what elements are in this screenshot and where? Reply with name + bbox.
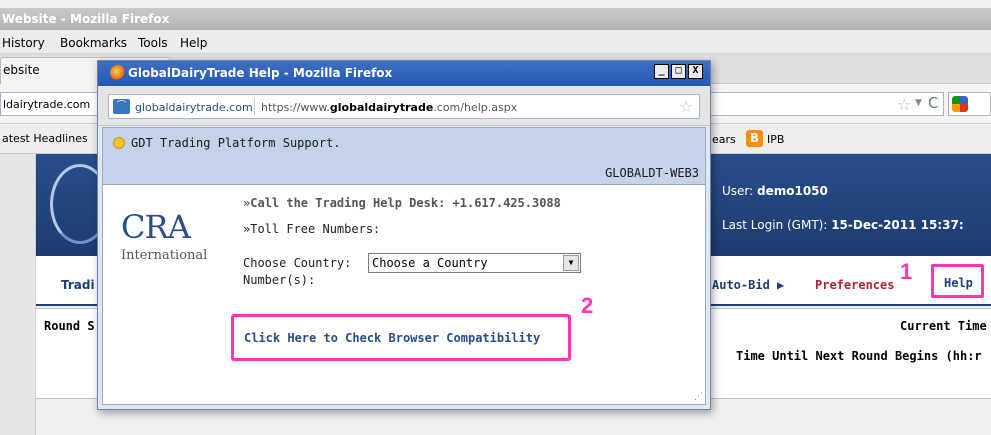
cra-logo-text: CRA (121, 208, 191, 246)
last-login-value: 15-Dec-2011 15:37: (831, 218, 964, 232)
reload-icon[interactable]: C (928, 94, 938, 112)
user-value: demo1050 (757, 184, 828, 198)
url-suffix: .com/help.aspx (433, 101, 518, 114)
country-label: Choose Country: (243, 256, 352, 270)
menu-tools[interactable]: Tools (138, 36, 168, 50)
bookmark-years[interactable]: ears (712, 133, 736, 146)
background-window-title: Website - Mozilla Firefox (0, 8, 991, 30)
menu-bookmarks[interactable]: Bookmarks (60, 36, 127, 50)
popup-title: GlobalDairyTrade Help - Mozilla Firefox (128, 66, 393, 80)
menu-history[interactable]: History (2, 36, 45, 50)
country-select[interactable]: Choose a Country ▼ (368, 253, 581, 273)
cra-international-logo: CRA International (121, 208, 231, 278)
bookmark-star-icon[interactable]: ☆ (897, 95, 911, 114)
popup-url-bar[interactable]: ⌒ globaldairytrade.com https://www.globa… (108, 94, 700, 119)
help-popup-window: GlobalDairyTrade Help - Mozilla Firefox … (97, 60, 711, 410)
compatibility-highlight-box: Click Here to Check Browser Compatibilit… (231, 314, 571, 361)
nav-help-highlight-box[interactable]: Help (931, 264, 984, 298)
current-time-label: Current Time (900, 319, 987, 333)
annotation-marker-1: 1 (900, 259, 913, 284)
url-prefix: https://www. (261, 101, 330, 114)
support-banner: GDT Trading Platform Support. GLOBALDT-W… (103, 128, 705, 185)
user-label: User: (722, 184, 757, 198)
numbers-label: Number(s): (243, 273, 316, 287)
time-until-next-round-label: Time Until Next Round Begins (hh:r (736, 349, 982, 363)
site-identity-label[interactable]: globaldairytrade.com (135, 101, 253, 114)
chevron-down-icon[interactable]: ▼ (915, 98, 922, 108)
menu-help[interactable]: Help (180, 36, 207, 50)
cra-logo-subtext: International (121, 248, 208, 263)
firefox-icon (110, 65, 126, 81)
minimize-button[interactable]: _ (654, 64, 669, 79)
maximize-button[interactable]: □ (671, 64, 686, 79)
site-identity-icon[interactable]: ⌒ (113, 99, 130, 114)
bookmark-ipb[interactable]: IPB (767, 133, 784, 146)
last-login-label: Last Login (GMT): (722, 218, 832, 232)
lightbulb-icon (113, 137, 125, 149)
page-gutter (0, 154, 36, 435)
bookmark-latest-headlines[interactable]: atest Headlines (2, 132, 88, 145)
toll-free-label: »Toll Free Numbers: (243, 222, 381, 236)
popup-titlebar[interactable]: GlobalDairyTrade Help - Mozilla Firefox … (98, 61, 710, 86)
popup-url-row: ⌒ globaldairytrade.com https://www.globa… (98, 86, 710, 126)
chevron-down-icon[interactable]: ▼ (563, 255, 579, 271)
support-title: GDT Trading Platform Support. (131, 136, 341, 150)
country-select-value: Choose a Country (372, 256, 488, 270)
server-name: GLOBALDT-WEB3 (605, 166, 699, 180)
url-domain: globaldairytrade (329, 101, 434, 114)
round-status-label: Round S (44, 319, 95, 333)
ipb-icon: B (746, 130, 763, 147)
menu-bar: History Bookmarks Tools Help (0, 30, 991, 54)
annotation-marker-2: 2 (581, 293, 594, 318)
popup-url-text[interactable]: https://www.globaldairytrade.com/help.as… (261, 101, 517, 114)
search-box[interactable] (948, 92, 991, 116)
url-separator (254, 98, 255, 115)
nav-auto-bid[interactable]: Auto-Bid ▶ (712, 278, 784, 292)
nav-trading[interactable]: Tradi (61, 278, 95, 292)
google-icon (952, 96, 968, 112)
help-desk-phone: »Call the Trading Help Desk: +1.617.425.… (243, 196, 561, 210)
popup-content: GDT Trading Platform Support. GLOBALDT-W… (102, 127, 706, 405)
nav-preferences[interactable]: Preferences (815, 278, 894, 292)
last-login-info: Last Login (GMT): 15-Dec-2011 15:37: (722, 218, 964, 232)
nav-help[interactable]: Help (944, 276, 973, 290)
user-info: User: demo1050 (722, 184, 828, 198)
resize-grip-icon[interactable]: ⋰ (694, 392, 703, 402)
close-button[interactable]: X (688, 64, 703, 79)
bookmark-star-icon[interactable]: ☆ (679, 97, 693, 116)
browser-compatibility-link[interactable]: Click Here to Check Browser Compatibilit… (244, 331, 540, 345)
